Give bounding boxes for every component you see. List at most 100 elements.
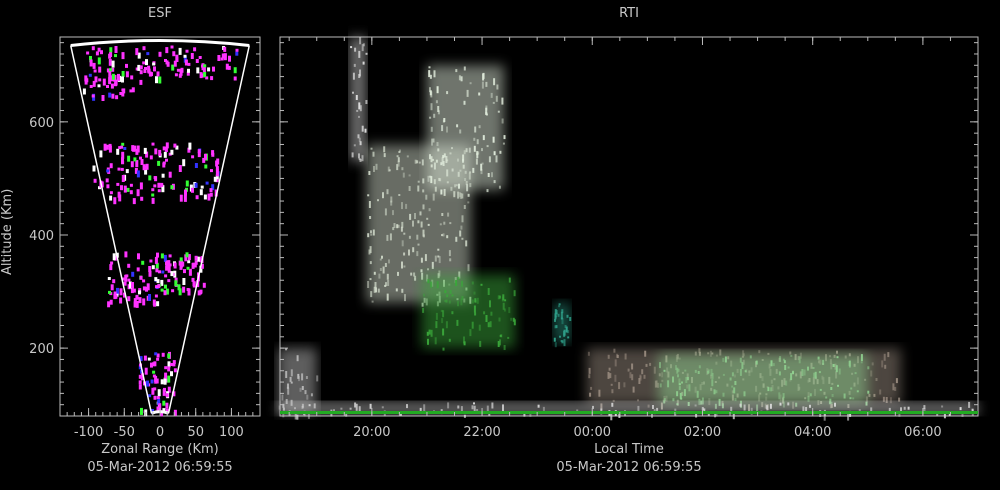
esf-echo-point: [163, 387, 166, 392]
esf-y-tick-label: 200: [29, 342, 54, 357]
rti-echo-pixel: [508, 307, 511, 314]
rti-echo-pixel: [465, 240, 468, 247]
rti-echo-pixel: [457, 191, 460, 199]
esf-echo-point: [131, 145, 135, 152]
rti-echo-pixel: [429, 116, 432, 119]
rti-echo-pixel: [610, 383, 613, 386]
esf-echo-point: [194, 182, 198, 188]
rti-echo-pixel: [639, 374, 642, 379]
esf-echo-point: [106, 85, 109, 88]
rti-echo-pixel: [437, 248, 440, 251]
rti-echo-pixel: [429, 175, 432, 178]
rti-echo-pixel: [408, 186, 411, 191]
rti-echo-pixel: [623, 382, 626, 388]
rti-echo-pixel: [416, 251, 419, 257]
esf-echo-point: [121, 71, 125, 77]
rti-echo-pixel: [422, 234, 425, 238]
rti-echo-pixel: [459, 129, 462, 134]
esf-echo-point: [197, 149, 201, 154]
esf-echo-point: [186, 266, 190, 270]
rti-echo-pixel: [482, 135, 485, 141]
rti-echo-pixel: [637, 399, 639, 402]
rti-echo-pixel: [672, 376, 674, 383]
rti-echo-pixel: [362, 61, 365, 65]
rti-x-tick-label: 20:00: [353, 425, 390, 440]
rti-echo-pixel: [883, 353, 886, 361]
rti-echo-pixel: [564, 325, 567, 328]
esf-echo-point: [235, 48, 239, 52]
rti-echo-pixel: [835, 365, 838, 373]
rti-echo-pixel: [553, 337, 556, 342]
esf-echo-point: [154, 148, 158, 155]
rti-echo-pixel: [430, 126, 433, 132]
esf-echo-point: [109, 299, 113, 305]
rti-echo-pixel: [637, 405, 640, 411]
rti-echo-pixel: [493, 180, 496, 184]
esf-echo-point: [124, 251, 128, 258]
rti-echo-pixel: [822, 359, 825, 365]
rti-echo-pixel: [401, 167, 404, 171]
rti-echo-pixel: [412, 247, 415, 253]
rti-echo-pixel: [385, 282, 387, 287]
esf-echo-point: [165, 393, 169, 398]
esf-echo-point: [156, 252, 159, 258]
rti-echo-pixel: [850, 387, 853, 390]
rti-echo-pixel: [741, 362, 744, 370]
esf-echo-point: [158, 51, 162, 57]
rti-echo-pixel: [378, 273, 381, 279]
esf-echo-point: [108, 92, 112, 98]
rti-echo-pixel: [499, 339, 501, 346]
esf-echo-point: [119, 297, 123, 304]
rti-echo-pixel: [770, 360, 773, 367]
rti-echo-pixel: [414, 213, 416, 219]
rti-echo-pixel: [353, 144, 356, 147]
esf-echo-point: [185, 180, 189, 187]
rti-echo-pixel: [607, 371, 610, 379]
rti-echo-pixel: [449, 258, 452, 262]
rti-echo-pixel: [739, 357, 742, 363]
rti-echo-pixel: [406, 155, 409, 158]
esf-echo-point: [157, 182, 161, 188]
esf-echo-point: [212, 66, 215, 72]
rti-echo-pixel: [711, 379, 714, 387]
rti-echo-pixel: [408, 235, 411, 239]
esf-echo-point: [155, 268, 159, 273]
rti-echo-pixel: [502, 142, 505, 145]
rti-echo-pixel: [492, 101, 495, 104]
esf-echo-point: [170, 185, 174, 190]
rti-echo-pixel: [734, 381, 737, 385]
esf-echo-point: [171, 64, 175, 71]
esf-echo-point: [114, 46, 118, 53]
esf-echo-point: [165, 142, 169, 149]
esf-echo-point: [120, 145, 124, 149]
rti-echo-pixel: [356, 109, 359, 112]
rti-echo-pixel: [483, 311, 486, 315]
rti-echo-pixel: [416, 234, 419, 240]
rti-echo-pixel: [430, 329, 433, 337]
esf-echo-point: [132, 288, 136, 293]
esf-echo-point: [149, 155, 153, 160]
esf-echo-point: [215, 169, 219, 177]
rti-echo-pixel: [400, 226, 403, 232]
rti-echo-pixel: [435, 312, 438, 320]
rti-echo-pixel: [406, 404, 408, 409]
rti-echo-pixel: [731, 372, 734, 377]
rti-echo-pixel: [460, 225, 463, 230]
esf-echo-point: [152, 362, 156, 367]
rti-echo-pixel: [559, 335, 561, 338]
rti-echo-pixel: [290, 369, 293, 377]
rti-echo-pixel: [941, 405, 944, 408]
esf-echo-point: [154, 256, 158, 264]
rti-echo-pixel: [410, 272, 413, 276]
rti-echo-pixel: [743, 404, 746, 411]
esf-echo-point: [108, 290, 111, 294]
rti-echo-pixel: [358, 50, 361, 58]
rti-echo-pixel: [645, 363, 648, 367]
rti-echo-pixel: [823, 413, 826, 421]
esf-echo-point: [100, 50, 103, 55]
rti-echo-pixel: [807, 395, 810, 402]
rti-echo-pixel: [892, 383, 895, 391]
rti-echo-pixel: [589, 392, 592, 397]
esf-echo-point: [173, 262, 177, 269]
esf-echo-point: [86, 51, 90, 55]
